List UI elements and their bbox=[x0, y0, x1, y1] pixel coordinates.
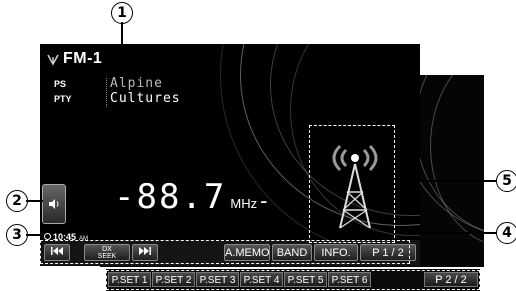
callout-4: 4 bbox=[496, 222, 516, 244]
toolbar-page-2: P.SET 1 P.SET 2 P.SET 3 P.SET 4 P.SET 5 … bbox=[106, 269, 480, 291]
callout-1-leader bbox=[121, 22, 123, 48]
frequency-unit: MHz bbox=[230, 196, 258, 211]
volume-side-button[interactable] bbox=[42, 184, 66, 224]
callout-4-leader bbox=[410, 232, 496, 234]
callout-2: 2 bbox=[6, 190, 28, 212]
callout-1: 1 bbox=[111, 2, 133, 24]
background-swirl bbox=[430, 75, 484, 247]
speaker-volume-icon bbox=[47, 197, 61, 211]
callout-5: 5 bbox=[496, 170, 516, 192]
tower-highlight bbox=[309, 125, 395, 243]
band-label: FM-1 bbox=[63, 50, 103, 67]
ps-label: PS bbox=[54, 79, 67, 89]
rds-divider bbox=[106, 78, 108, 107]
ps-value: Alpine bbox=[110, 76, 163, 91]
toolbar-page-2-highlight bbox=[106, 270, 480, 290]
antenna-signal-icon bbox=[46, 52, 60, 66]
frequency-value: -88.7 bbox=[114, 177, 227, 217]
callout-3: 3 bbox=[6, 224, 28, 246]
callout-2-leader bbox=[26, 200, 43, 202]
toolbar-highlight bbox=[40, 240, 410, 264]
callout-5-leader bbox=[395, 180, 496, 182]
pty-label: PTY bbox=[54, 94, 72, 104]
pty-value: Cultures bbox=[110, 91, 181, 106]
clock-icon bbox=[44, 233, 51, 240]
frequency-display: -88.7 MHz - bbox=[114, 177, 267, 217]
frequency-trailing-dash: - bbox=[260, 188, 268, 213]
callout-3-leader bbox=[26, 234, 43, 236]
source-header: FM-1 bbox=[46, 49, 102, 69]
